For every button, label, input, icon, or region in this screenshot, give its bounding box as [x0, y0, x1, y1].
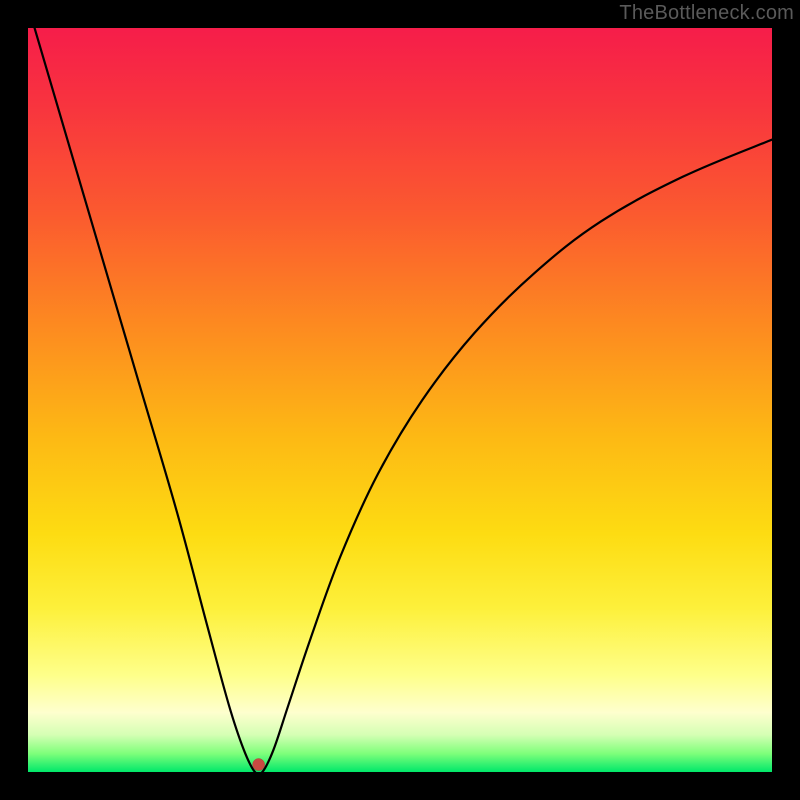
- bottleneck-curve-path: [28, 6, 772, 775]
- watermark-text: TheBottleneck.com: [619, 2, 794, 25]
- curve-svg: [28, 28, 772, 772]
- plot-area: [28, 28, 772, 772]
- chart-frame: TheBottleneck.com: [0, 0, 800, 800]
- minimum-marker: [253, 759, 265, 771]
